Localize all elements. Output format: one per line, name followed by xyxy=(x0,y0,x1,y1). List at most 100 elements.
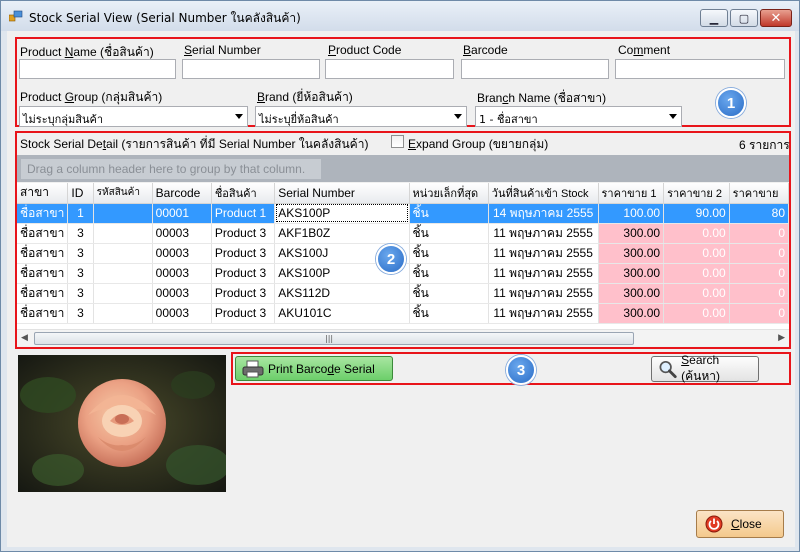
cell-price-2: 0.00 xyxy=(663,223,730,244)
cell-price-2: 0.00 xyxy=(663,283,730,304)
serial-number-label: Serial Number xyxy=(184,43,261,57)
cell-stock-date: 11 พฤษภาคม 2555 xyxy=(488,303,599,324)
cell-price-2: 0.00 xyxy=(663,243,730,264)
detail-title: Stock Serial Detail (รายการสินค้า ที่มี … xyxy=(20,137,369,151)
cell-product-code xyxy=(93,283,153,304)
cell-barcode: 00003 xyxy=(152,263,212,284)
cell-stock-date: 14 พฤษภาคม 2555 xyxy=(488,203,599,224)
maximize-icon: ▢ xyxy=(738,11,750,25)
scroll-left-icon[interactable]: ◀ xyxy=(21,333,28,343)
cell-branch: ชื่อสาขา xyxy=(17,303,69,324)
cell-stock-date: 11 พฤษภาคม 2555 xyxy=(488,263,599,284)
cell-branch: ชื่อสาขา xyxy=(17,263,69,284)
search-button[interactable]: Search (ค้นหา) xyxy=(651,353,759,383)
column-header-unit[interactable]: หน่วยเล็กที่สุด xyxy=(409,183,489,204)
group-by-panel[interactable]: Drag a column header here to group by th… xyxy=(17,155,789,182)
cell-serial-number: AKU101C xyxy=(274,303,410,324)
barcode-input[interactable] xyxy=(461,59,609,79)
column-header-serial-number[interactable]: Serial Number xyxy=(274,183,410,204)
record-count: 6 รายการ xyxy=(739,138,790,152)
group-by-hint: Drag a column header here to group by th… xyxy=(21,159,321,179)
branch-name-combo[interactable]: 1 - ชื่อสาขา xyxy=(475,106,682,127)
cell-price-2: 0.00 xyxy=(663,263,730,284)
cell-barcode: 00003 xyxy=(152,223,212,244)
product-code-label: Product Code xyxy=(328,43,402,57)
cell-price-3: 0 xyxy=(729,223,789,244)
brand-label: Brand (ยี่ห้อสินค้า) xyxy=(257,90,353,104)
cell-barcode: 00003 xyxy=(152,303,212,324)
column-header-price-3[interactable]: ราคาขาย xyxy=(729,183,789,204)
window-title: Stock Serial View (Serial Number ในคลังส… xyxy=(29,11,301,25)
cell-id: 3 xyxy=(67,263,94,284)
cell-product-code xyxy=(93,303,153,324)
cell-unit: ชิ้น xyxy=(409,303,489,324)
comment-input[interactable] xyxy=(615,59,785,79)
cell-serial-number: AKF1B0Z xyxy=(274,223,410,244)
cell-price-3: 0 xyxy=(729,303,789,324)
expand-group-label[interactable]: Expand Group (ขยายกลุ่ม) xyxy=(408,135,548,154)
expand-group-checkbox[interactable] xyxy=(391,135,404,148)
brand-combo[interactable]: ไม่ระบุยี่ห้อสินค้า xyxy=(255,106,467,127)
column-header-product-name[interactable]: ชื่อสินค้า xyxy=(211,183,276,204)
cell-price-1: 300.00 xyxy=(598,263,665,284)
cell-price-1: 300.00 xyxy=(598,283,665,304)
cell-unit: ชิ้น xyxy=(409,223,489,244)
serial-number-input[interactable] xyxy=(182,59,320,79)
cell-serial-number: AKS100P xyxy=(274,203,410,224)
cell-branch: ชื่อสาขา xyxy=(17,283,69,304)
cell-product-code xyxy=(93,263,153,284)
print-barcode-serial-button[interactable]: Print Barcode Serial xyxy=(235,356,393,381)
column-header-price-2[interactable]: ราคาขาย 2 xyxy=(663,183,730,204)
table-row[interactable]: ชื่อสาขา 3 00003 Product 3 AKF1B0Z ชิ้น … xyxy=(17,223,789,244)
column-header-stock-date[interactable]: วันที่สินค้าเข้า Stock xyxy=(488,183,599,204)
cell-unit: ชิ้น xyxy=(409,283,489,304)
product-name-input[interactable] xyxy=(19,59,176,79)
cell-price-3: 0 xyxy=(729,263,789,284)
chevron-down-icon xyxy=(454,114,462,119)
barcode-label: Barcode xyxy=(463,43,508,57)
app-icon xyxy=(9,10,23,22)
close-button[interactable]: Close xyxy=(696,510,784,538)
client-area: Product Name (ชื่อสินค้า) Serial Number … xyxy=(7,31,795,547)
grip-icon: ||| xyxy=(325,334,334,343)
cell-branch: ชื่อสาขา xyxy=(17,223,69,244)
close-icon: ✕ xyxy=(770,10,782,26)
column-header-barcode[interactable]: Barcode xyxy=(152,183,212,204)
grid-horizontal-scrollbar[interactable]: ◀ ||| ▶ xyxy=(17,329,789,346)
table-row[interactable]: ชื่อสาขา 1 00001 Product 1 AKS100P ชิ้น … xyxy=(17,203,789,224)
rose-image xyxy=(18,355,226,492)
power-icon xyxy=(705,515,723,533)
cell-price-3: 0 xyxy=(729,283,789,304)
cell-barcode: 00003 xyxy=(152,243,212,264)
column-header-price-1[interactable]: ราคาขาย 1 xyxy=(598,183,665,204)
product-code-input[interactable] xyxy=(325,59,454,79)
column-header-branch[interactable]: สาขา xyxy=(17,183,69,204)
magnifier-icon xyxy=(659,360,677,379)
branch-name-value: 1 - ชื่อสาขา xyxy=(479,113,538,126)
column-header-id[interactable]: ID xyxy=(67,183,94,204)
cell-id: 3 xyxy=(67,243,94,264)
scroll-right-icon[interactable]: ▶ xyxy=(778,333,785,343)
comment-label: Comment xyxy=(618,43,671,57)
section-number-badge-1: 1 xyxy=(716,88,746,118)
close-window-button[interactable]: ✕ xyxy=(760,9,792,27)
cell-barcode: 00001 xyxy=(152,203,212,224)
minimize-button[interactable]: ▁ xyxy=(700,9,728,27)
product-group-label: Product Group (กลุ่มสินค้า) xyxy=(20,90,163,104)
column-header-product-code[interactable]: รหัสสินค้า xyxy=(93,183,153,204)
search-button-label: Search (ค้นหา) xyxy=(681,352,721,383)
printer-icon xyxy=(242,360,264,377)
title-bar[interactable]: Stock Serial View (Serial Number ในคลังส… xyxy=(1,1,799,31)
table-row[interactable]: ชื่อสาขา 3 00003 Product 3 AKS112D ชิ้น … xyxy=(17,283,789,304)
cell-id: 3 xyxy=(67,303,94,324)
cell-id: 1 xyxy=(67,203,94,224)
scrollbar-thumb[interactable]: ||| xyxy=(34,332,634,345)
cell-product-code xyxy=(93,243,153,264)
maximize-button[interactable]: ▢ xyxy=(730,9,758,27)
cell-barcode: 00003 xyxy=(152,283,212,304)
minimize-icon: ▁ xyxy=(709,11,719,25)
product-group-combo[interactable]: ไม่ระบุกลุ่มสินค้า xyxy=(19,106,248,127)
product-group-value: ไม่ระบุกลุ่มสินค้า xyxy=(23,113,104,126)
cell-product-name: Product 3 xyxy=(211,263,276,284)
table-row[interactable]: ชื่อสาขา 3 00003 Product 3 AKU101C ชิ้น … xyxy=(17,303,789,324)
